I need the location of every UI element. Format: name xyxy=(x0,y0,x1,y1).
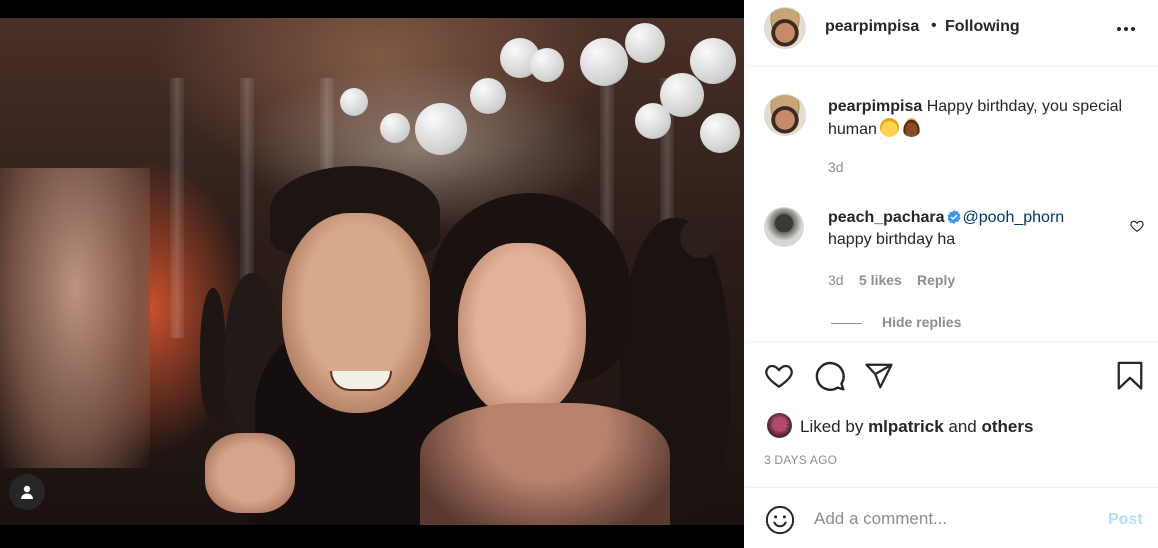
share-icon xyxy=(865,363,893,389)
liked-by-prefix: Liked by xyxy=(800,417,864,436)
comment-icon xyxy=(815,361,845,391)
following-button[interactable]: Following xyxy=(945,18,1020,36)
verified-badge-icon xyxy=(947,210,961,224)
post-header: pearpimpisa • Following xyxy=(744,0,1158,66)
comment-mention[interactable]: @pooh_phorn xyxy=(963,209,1065,226)
comment-text: happy birthday ha xyxy=(828,231,956,248)
comment-time[interactable]: 3d xyxy=(828,272,844,288)
post-details-panel: pearpimpisa • Following pearpimpisa Happ… xyxy=(744,0,1158,548)
share-button[interactable] xyxy=(863,360,895,392)
like-comment-heart-icon[interactable] xyxy=(1130,219,1144,233)
emoji-picker-button[interactable] xyxy=(764,504,796,536)
party-face-emoji-icon xyxy=(879,118,899,137)
liked-by-and: and xyxy=(948,417,977,436)
author-avatar[interactable] xyxy=(764,7,806,49)
liker-avatar[interactable] xyxy=(767,413,792,438)
liked-by-user[interactable]: mlpatrick xyxy=(868,417,944,436)
add-comment-input[interactable] xyxy=(814,507,1084,531)
post-comment-button[interactable]: Post xyxy=(1108,511,1143,529)
post-date[interactable]: 3 DAYS AGO xyxy=(764,453,837,467)
comment-button[interactable] xyxy=(814,360,846,392)
comment: peach_pachara @pooh_phorn happy birthday … xyxy=(828,207,1118,251)
heart-icon xyxy=(765,364,793,388)
caption-username[interactable]: pearpimpisa xyxy=(828,98,922,115)
comment-likes[interactable]: 5 likes xyxy=(859,272,902,288)
commenter-avatar[interactable] xyxy=(764,207,804,247)
hide-replies-line xyxy=(831,323,862,324)
party-photo-scene xyxy=(0,18,744,525)
post-actions: Liked by mlpatrick and others 3 DAYS AGO xyxy=(744,344,1158,488)
comments-section: pearpimpisa Happy birthday, you special … xyxy=(744,67,1158,343)
separator-dot: • xyxy=(931,17,937,34)
like-button[interactable] xyxy=(763,360,795,392)
smiley-icon xyxy=(765,505,795,535)
caption: pearpimpisa Happy birthday, you special … xyxy=(828,96,1148,141)
caption-author-avatar[interactable] xyxy=(764,94,806,136)
bookmark-icon xyxy=(1117,361,1143,390)
author-username[interactable]: pearpimpisa xyxy=(825,18,919,36)
reply-button[interactable]: Reply xyxy=(917,272,955,288)
more-options-icon[interactable] xyxy=(1114,22,1138,36)
tagged-user-button[interactable] xyxy=(9,474,45,510)
liked-by-others[interactable]: others xyxy=(982,417,1034,436)
save-button[interactable] xyxy=(1114,360,1146,392)
user-icon xyxy=(21,485,33,499)
post-photo[interactable] xyxy=(0,0,744,548)
caption-time[interactable]: 3d xyxy=(828,159,844,175)
pancakes-emoji-icon xyxy=(901,118,921,137)
add-comment-bar: Post xyxy=(744,489,1158,548)
liked-by-line: Liked by mlpatrick and others xyxy=(800,417,1033,437)
hide-replies-button[interactable]: Hide replies xyxy=(882,314,961,330)
comment-username[interactable]: peach_pachara xyxy=(828,209,945,226)
